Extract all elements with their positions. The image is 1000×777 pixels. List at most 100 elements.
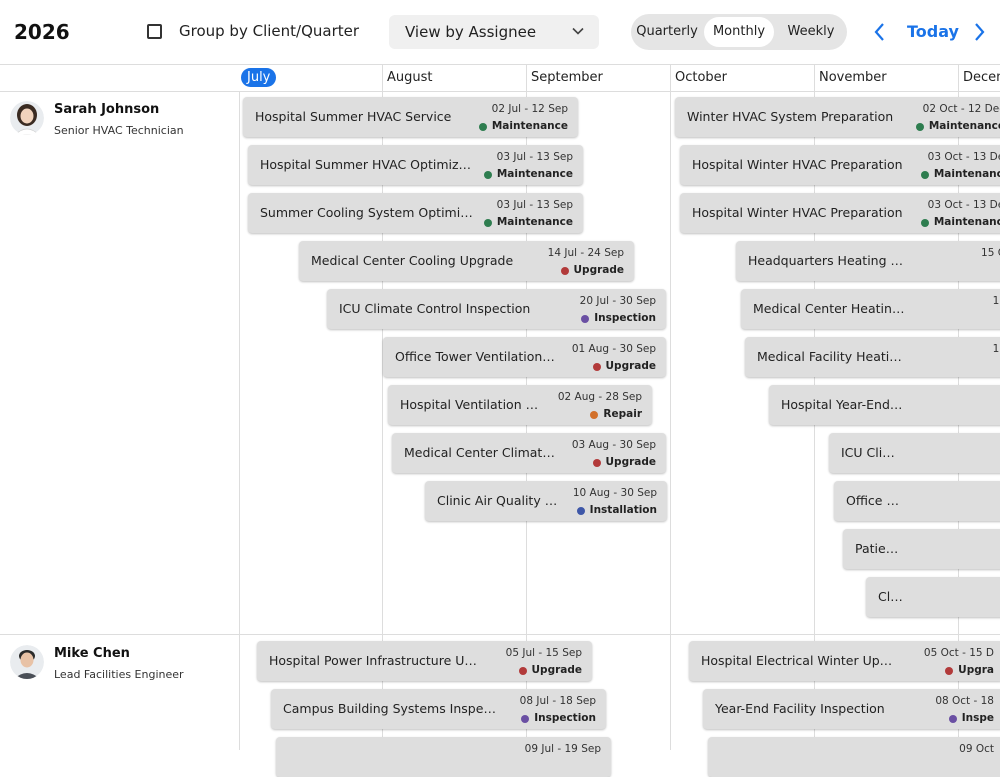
task-dates: 03 Jul - 13 Sep <box>496 199 573 211</box>
category-dot-icon <box>949 715 957 723</box>
task-title: Headquarters Heating System Upgr... <box>748 253 908 268</box>
task-dates: 02 Jul - 12 Sep <box>491 103 568 115</box>
task-bar[interactable]: Medical Center Cooling Upgrade 14 Jul - 2… <box>299 241 634 281</box>
month-october[interactable]: October <box>675 65 727 91</box>
task-title: Medical Center Heating Installation <box>753 301 908 316</box>
task-category: Maintenance <box>933 168 1000 180</box>
task-dates: 03 Jul - 13 Sep <box>496 151 573 163</box>
task-bar[interactable]: ICU Climate System Upgr... <box>829 433 1000 473</box>
assignee-row: Sarah Johnson Senior HVAC Technician <box>0 91 239 634</box>
task-title: Medical Center Cooling Upgrade <box>311 253 514 268</box>
category-dot-icon <box>561 267 569 275</box>
task-bar[interactable]: Hospital Winter HVAC Preparation 03 Oct -… <box>680 145 1000 185</box>
task-bar[interactable]: Hospital Winter HVAC Preparation 03 Oct -… <box>680 193 1000 233</box>
category-dot-icon <box>479 123 487 131</box>
task-category: Maintenance <box>491 120 568 132</box>
task-bar[interactable]: ICU Climate Control Inspection 20 Jul - 3… <box>327 289 666 329</box>
assignee-column-divider <box>239 91 240 750</box>
assignee-role: Senior HVAC Technician <box>54 124 184 137</box>
task-title: Hospital Winter HVAC Preparation <box>692 205 903 220</box>
task-bar[interactable]: Hospital Power Infrastructure Upgrade 05 … <box>257 641 592 681</box>
view-option-weekly[interactable]: Weekly <box>779 17 843 47</box>
task-bar[interactable]: Hospital Summer HVAC Service 02 Jul - 12 … <box>243 97 578 137</box>
category-dot-icon <box>484 171 492 179</box>
category-dot-icon <box>921 219 929 227</box>
task-category: Upgra <box>958 664 994 676</box>
task-bar[interactable]: Medical Center Heating Installation 16 <box>741 289 1000 329</box>
view-by-dropdown[interactable]: View by Assignee <box>389 15 599 49</box>
group-by-toggle[interactable]: Group by Client/Quarter <box>147 22 359 40</box>
month-july[interactable]: July <box>241 65 277 91</box>
task-dates: 08 Jul - 18 Sep <box>519 695 596 707</box>
task-title: Medical Center Climate S... <box>404 445 558 460</box>
task-bar[interactable]: 09 Jul - 19 Sep <box>276 737 611 777</box>
task-category: Maintenance <box>933 216 1000 228</box>
task-title: Hospital Power Infrastructure Upgrade <box>269 653 484 668</box>
assignee-name: Mike Chen <box>54 646 130 661</box>
group-by-checkbox[interactable] <box>147 23 162 39</box>
task-dates: 08 Oct - 18 <box>935 695 994 707</box>
assignee-role: Lead Facilities Engineer <box>54 668 184 681</box>
task-bar[interactable]: Headquarters Heating System Upgr... 15 O <box>736 241 1000 281</box>
task-dates: 05 Jul - 15 Sep <box>505 647 582 659</box>
task-bar[interactable]: Clinic Heating Syst... <box>866 577 1000 617</box>
task-bar[interactable]: Patient Area Climate U... <box>843 529 1000 569</box>
task-title: Office Tower Ventilation Up... <box>395 349 558 364</box>
task-category: Inspection <box>594 312 656 324</box>
category-dot-icon <box>590 411 598 419</box>
task-bar[interactable]: Hospital Year-End HVAC Inspection <box>769 385 1000 425</box>
prev-arrow-icon[interactable] <box>870 20 890 44</box>
task-bar[interactable]: 09 Oct <box>708 737 1000 777</box>
task-title: ICU Climate Control Inspection <box>339 301 531 316</box>
view-option-quarterly[interactable]: Quarterly <box>635 17 699 47</box>
next-arrow-icon[interactable] <box>969 20 989 44</box>
avatar <box>10 645 44 679</box>
task-title: Campus Building Systems Inspection <box>283 701 498 716</box>
view-option-monthly[interactable]: Monthly <box>704 17 774 47</box>
task-category: Upgrade <box>605 360 656 372</box>
task-bar[interactable]: Hospital Summer HVAC Optimizati... 03 Jul… <box>248 145 583 185</box>
month-gridline <box>670 65 671 750</box>
today-button[interactable]: Today <box>907 22 959 41</box>
category-dot-icon <box>521 715 529 723</box>
category-dot-icon <box>593 459 601 467</box>
task-bar[interactable]: Office Tower Ventilation Up... 01 Aug - 3… <box>383 337 666 377</box>
month-august[interactable]: August <box>387 65 433 91</box>
task-bar[interactable]: Winter HVAC System Preparation 02 Oct - 1… <box>675 97 1000 137</box>
month-december[interactable]: December <box>963 65 1000 91</box>
month-september[interactable]: September <box>531 65 603 91</box>
task-bar[interactable]: Year-End Facility Inspection 08 Oct - 18 I… <box>703 689 1000 729</box>
task-bar[interactable]: Office Climate Control I... <box>834 481 1000 521</box>
task-category: Maintenance <box>496 168 573 180</box>
female-avatar-icon <box>10 101 44 135</box>
task-dates: 20 Jul - 30 Sep <box>579 295 656 307</box>
task-category: Inspection <box>534 712 596 724</box>
category-dot-icon <box>484 219 492 227</box>
avatar <box>10 101 44 135</box>
task-dates: 01 Aug - 30 Sep <box>571 343 656 355</box>
group-by-label: Group by Client/Quarter <box>179 22 360 40</box>
task-category: Upgrade <box>531 664 582 676</box>
task-dates: 02 Oct - 12 Dec <box>922 103 1000 115</box>
chevron-down-icon <box>572 27 584 35</box>
task-bar[interactable]: Hospital Electrical Winter Upgrade 05 Oct… <box>689 641 1000 681</box>
task-bar[interactable]: Hospital Ventilation Syst... 02 Aug - 28 … <box>388 385 652 425</box>
task-title: Clinic Heating Syst... <box>878 589 906 604</box>
task-bar[interactable]: Clinic Air Quality Ins... 10 Aug - 30 Sep… <box>425 481 667 521</box>
task-dates: 17 <box>992 343 1000 355</box>
task-bar[interactable]: Summer Cooling System Optimiza... 03 Jul … <box>248 193 583 233</box>
task-dates: 14 Jul - 24 Sep <box>547 247 624 259</box>
task-dates: 10 Aug - 30 Sep <box>572 487 657 499</box>
category-dot-icon <box>916 123 924 131</box>
task-title: Clinic Air Quality Ins... <box>437 493 559 508</box>
task-title: Hospital Electrical Winter Upgrade <box>701 653 896 668</box>
task-category: Upgrade <box>605 456 656 468</box>
task-bar[interactable]: Medical Facility Heating Installation 17 <box>745 337 1000 377</box>
month-november[interactable]: November <box>819 65 887 91</box>
task-bar[interactable]: Medical Center Climate S... 03 Aug - 30 S… <box>392 433 666 473</box>
view-switcher: Quarterly Monthly Weekly <box>631 14 847 50</box>
assignee-row: Mike Chen Lead Facilities Engineer <box>0 635 239 750</box>
task-dates: 09 Jul - 19 Sep <box>524 743 601 755</box>
task-dates: 03 Oct - 13 Dec <box>927 151 1000 163</box>
task-bar[interactable]: Campus Building Systems Inspection 08 Jul… <box>271 689 606 729</box>
